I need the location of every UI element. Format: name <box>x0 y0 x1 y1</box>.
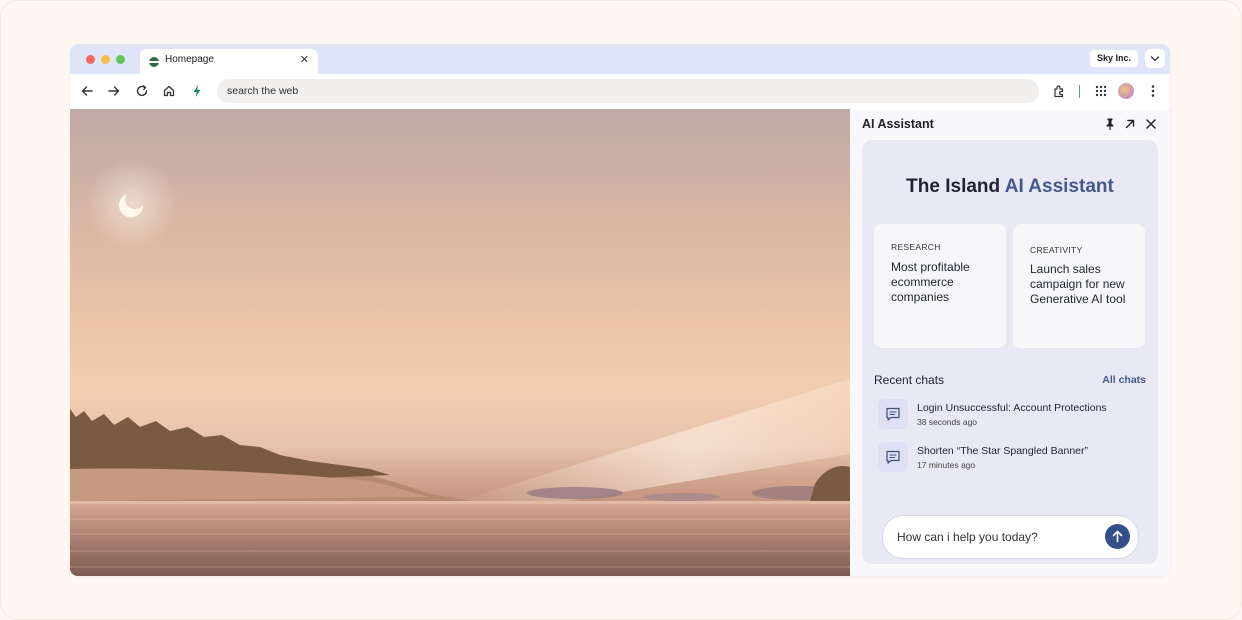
close-icon[interactable] <box>1143 116 1159 132</box>
address-bar[interactable]: search the web <box>217 79 1039 103</box>
heading-prefix: The Island <box>906 176 1005 197</box>
kebab-menu-icon[interactable] <box>1143 81 1163 101</box>
chat-item[interactable]: Login Unsuccessful: Account Protections … <box>874 399 1154 433</box>
chat-item[interactable]: Shorten “The Star Spangled Banner” 17 mi… <box>874 442 1154 476</box>
prompt-category: CREATIVITY <box>1030 245 1083 255</box>
assistant-input-placeholder: How can i help you today? <box>897 530 1038 544</box>
org-badge[interactable]: Sky Inc. <box>1090 50 1139 67</box>
page-content <box>70 109 850 576</box>
profile-avatar[interactable] <box>1118 83 1134 99</box>
home-icon[interactable] <box>159 81 179 101</box>
prompt-text: Most profitable ecommerce companies <box>891 260 970 304</box>
send-button[interactable] <box>1105 524 1130 549</box>
tab-favicon-icon <box>149 57 159 67</box>
assistant-heading: The Island AI Assistant <box>862 176 1158 198</box>
prompt-text: Launch sales campaign for new Generative… <box>1030 262 1126 306</box>
tab-homepage[interactable]: Homepage ✕ <box>140 49 318 74</box>
chat-title: Login Unsuccessful: Account Protections <box>917 402 1107 414</box>
tab-title: Homepage <box>165 54 214 65</box>
recent-chats-label: Recent chats <box>874 373 945 387</box>
chat-bubble-icon <box>878 399 908 429</box>
toolbar-separator <box>1079 85 1080 98</box>
chat-title: Shorten “The Star Spangled Banner” <box>917 445 1089 457</box>
chat-timestamp: 38 seconds ago <box>917 417 978 427</box>
ai-assistant-panel: AI Assistant The Island AI Assistant RES… <box>850 109 1170 576</box>
chat-timestamp: 17 minutes ago <box>917 460 976 470</box>
tab-close-icon[interactable]: ✕ <box>300 53 309 66</box>
window-close-dot[interactable] <box>86 55 95 64</box>
chat-bubble-icon <box>878 442 908 472</box>
prompt-card-creativity[interactable]: CREATIVITY Launch sales campaign for new… <box>1013 224 1145 348</box>
window-zoom-dot[interactable] <box>116 55 125 64</box>
bolt-icon[interactable] <box>187 81 207 101</box>
pin-icon[interactable] <box>1102 116 1118 132</box>
heading-accent: AI Assistant <box>1004 176 1114 197</box>
all-chats-link[interactable]: All chats <box>1102 374 1146 386</box>
tab-menu-button[interactable] <box>1145 49 1165 68</box>
reload-icon[interactable] <box>132 81 152 101</box>
address-bar-text: search the web <box>227 85 299 97</box>
assistant-input[interactable]: How can i help you today? <box>882 515 1139 559</box>
assistant-card: The Island AI Assistant RESEARCH Most pr… <box>862 140 1158 564</box>
apps-grid-icon[interactable] <box>1091 81 1111 101</box>
chevron-down-icon <box>1150 56 1160 62</box>
extensions-icon[interactable] <box>1049 81 1069 101</box>
back-icon[interactable] <box>77 81 97 101</box>
tab-bar: Homepage ✕ Sky Inc. <box>70 44 1170 74</box>
prompt-card-research[interactable]: RESEARCH Most profitable ecommerce compa… <box>874 224 1006 348</box>
expand-icon[interactable] <box>1122 116 1138 132</box>
forward-icon[interactable] <box>104 81 124 101</box>
send-arrow-icon <box>1112 530 1123 543</box>
prompt-category: RESEARCH <box>891 242 941 252</box>
browser-window: Homepage ✕ Sky Inc. search the web AI As… <box>70 44 1170 576</box>
browser-toolbar: search the web <box>70 74 1170 109</box>
landscape-illustration <box>70 159 850 576</box>
window-minimize-dot[interactable] <box>101 55 110 64</box>
panel-title: AI Assistant <box>862 117 934 131</box>
